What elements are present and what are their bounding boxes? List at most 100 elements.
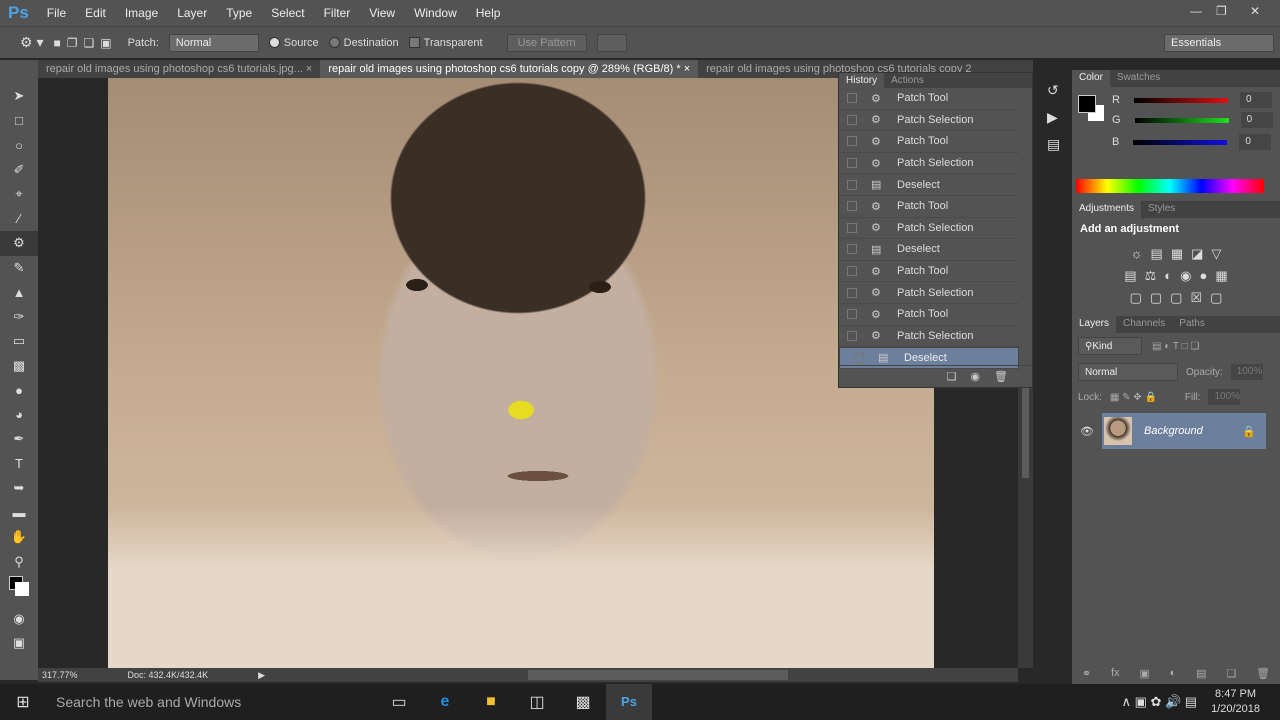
taskbar-search[interactable]: Search the web and Windows <box>46 694 376 710</box>
crop-tool-icon[interactable]: ⌖ <box>0 182 38 207</box>
blur-tool-icon[interactable]: ● <box>0 378 38 403</box>
history-brush-source-checkbox[interactable] <box>847 158 857 169</box>
history-brush-source-checkbox[interactable] <box>847 179 857 190</box>
quick-select-tool-icon[interactable]: ✐ <box>0 158 38 183</box>
black-white-icon[interactable]: ◐ <box>1164 268 1172 284</box>
file-explorer-icon[interactable]: ■ <box>468 693 514 711</box>
tab-layers[interactable]: Layers <box>1072 316 1117 333</box>
photoshop-taskbar-icon[interactable]: Ps <box>606 684 652 720</box>
history-item[interactable]: ⚙ Patch Tool <box>839 131 1019 153</box>
tab-swatches[interactable]: Swatches <box>1110 70 1167 87</box>
history-item[interactable]: ⚙ Patch Selection <box>839 218 1019 240</box>
history-brush-source-checkbox[interactable] <box>847 222 857 233</box>
history-item[interactable]: ⚙ Patch Tool <box>839 304 1019 326</box>
curves-icon[interactable]: ▦ <box>1171 246 1183 262</box>
quick-mask-icon[interactable]: ◉ <box>0 607 38 632</box>
windows-start-icon[interactable]: ⊞ <box>0 692 46 712</box>
dodge-tool-icon[interactable]: ◕ <box>0 403 38 428</box>
layer-filter-kind[interactable]: ⚲ Kind <box>1078 337 1142 355</box>
hand-tool-icon[interactable]: ✋ <box>0 525 38 550</box>
snapshot-icon[interactable]: ◉ <box>970 370 980 383</box>
threshold-icon[interactable]: ▢ <box>1170 290 1182 306</box>
history-brush-source-checkbox[interactable] <box>847 93 857 104</box>
link-layers-icon[interactable]: ⚭ <box>1082 667 1091 680</box>
blue-slider[interactable] <box>1133 139 1228 145</box>
adjustment-layer-icon[interactable]: ◐ <box>1170 667 1177 680</box>
tab-paths[interactable]: Paths <box>1172 316 1212 333</box>
history-item[interactable]: ▤ Deselect <box>839 174 1019 196</box>
color-spectrum[interactable] <box>1076 179 1264 193</box>
tab-adjustments[interactable]: Adjustments <box>1072 201 1142 218</box>
new-document-from-state-icon[interactable]: ❏ <box>947 370 957 383</box>
stamp-tool-icon[interactable]: ▲ <box>0 280 38 305</box>
tab-document-2[interactable]: repair old images using photoshop cs6 tu… <box>320 60 699 78</box>
shape-tool-icon[interactable]: ▬ <box>0 501 38 526</box>
history-panel-icon[interactable]: ↺ <box>1047 82 1063 99</box>
layer-filter-icons[interactable]: ▤ ◐ T □ ❏ <box>1152 341 1199 352</box>
tab-history[interactable]: History <box>839 73 885 88</box>
menu-window[interactable]: Window <box>414 6 457 20</box>
menu-view[interactable]: View <box>369 6 395 20</box>
blend-mode-select[interactable]: Normal <box>1078 363 1178 381</box>
pen-tool-icon[interactable]: ✒ <box>0 427 38 452</box>
close-icon[interactable]: ✕ <box>1250 4 1260 18</box>
menu-image[interactable]: Image <box>125 6 158 20</box>
tab-styles[interactable]: Styles <box>1141 201 1182 218</box>
tab-channels[interactable]: Channels <box>1116 316 1172 333</box>
patch-tool-icon[interactable]: ⚙ <box>0 231 38 256</box>
lasso-tool-icon[interactable]: ○ <box>0 133 38 158</box>
task-view-icon[interactable]: ▭ <box>376 692 422 712</box>
red-slider[interactable] <box>1133 97 1228 103</box>
patch-mode-select[interactable]: Normal <box>168 33 259 52</box>
color-lookup-icon[interactable]: ▦ <box>1215 268 1227 284</box>
actions-play-icon[interactable]: ▶ <box>1047 109 1063 126</box>
green-slider[interactable] <box>1134 117 1229 123</box>
history-item[interactable]: ⚙ Patch Selection <box>839 282 1019 304</box>
history-item[interactable]: ⚙ Patch Tool <box>839 88 1019 110</box>
menu-edit[interactable]: Edit <box>85 6 106 20</box>
history-item[interactable]: ⚙ Patch Tool <box>839 261 1019 283</box>
levels-icon[interactable]: ▤ <box>1151 246 1163 262</box>
delete-layer-icon[interactable]: 🗑 <box>1256 667 1270 680</box>
visibility-eye-icon[interactable]: 👁 <box>1072 425 1102 438</box>
layer-row-background[interactable]: 👁 Background 🔒 <box>1072 413 1280 449</box>
status-menu-arrow-icon[interactable]: ▶ <box>258 670 265 681</box>
move-tool-icon[interactable]: ➤ <box>0 84 38 109</box>
hue-saturation-icon[interactable]: ▤ <box>1124 268 1136 284</box>
add-mask-icon[interactable]: ▣ <box>1139 667 1149 680</box>
blue-value[interactable]: 0 <box>1239 134 1272 150</box>
eyedropper-tool-icon[interactable]: ⁄ <box>0 207 38 232</box>
vibrance-icon[interactable]: ▽ <box>1211 246 1221 262</box>
color-balance-icon[interactable]: ⚖ <box>1145 268 1157 284</box>
workspace-select[interactable]: Essentials <box>1164 33 1274 52</box>
history-brush-source-checkbox[interactable] <box>847 114 857 125</box>
history-brush-source-checkbox[interactable] <box>854 352 864 363</box>
group-icon[interactable]: ▤ <box>1196 667 1206 680</box>
brightness-icon[interactable]: ☼ <box>1131 246 1143 262</box>
posterize-icon[interactable]: ▢ <box>1150 290 1162 306</box>
photo-canvas[interactable] <box>108 78 934 668</box>
red-value[interactable]: 0 <box>1239 92 1272 108</box>
exposure-icon[interactable]: ◪ <box>1191 246 1203 262</box>
source-radio[interactable]: Source <box>268 37 319 49</box>
patch-tool-preset-icon[interactable]: ⚙ ▾ <box>20 34 43 51</box>
history-item[interactable]: ⚙ Patch Selection <box>839 326 1019 348</box>
opacity-input[interactable]: 100% <box>1230 364 1263 380</box>
eraser-tool-icon[interactable]: ▭ <box>0 329 38 354</box>
menu-file[interactable]: File <box>47 6 66 20</box>
zoom-tool-icon[interactable]: ⚲ <box>0 550 38 575</box>
app-icon[interactable]: ▩ <box>560 692 606 712</box>
store-icon[interactable]: ◫ <box>514 692 560 712</box>
edge-icon[interactable]: e <box>422 693 468 711</box>
menu-type[interactable]: Type <box>226 6 252 20</box>
history-item[interactable]: ⚙ Patch Tool <box>839 196 1019 218</box>
tab-document-1[interactable]: repair old images using photoshop cs6 tu… <box>38 60 320 78</box>
minimize-icon[interactable]: — <box>1190 4 1202 18</box>
screen-mode-icon[interactable]: ▣ <box>0 631 38 656</box>
gradient-tool-icon[interactable]: ▩ <box>0 354 38 379</box>
menu-filter[interactable]: Filter <box>324 6 351 20</box>
type-tool-icon[interactable]: T <box>0 452 38 477</box>
history-brush-icon[interactable]: ✑ <box>0 305 38 330</box>
fx-icon[interactable]: fx <box>1111 667 1120 680</box>
history-item[interactable]: ▤ Deselect <box>839 239 1019 261</box>
